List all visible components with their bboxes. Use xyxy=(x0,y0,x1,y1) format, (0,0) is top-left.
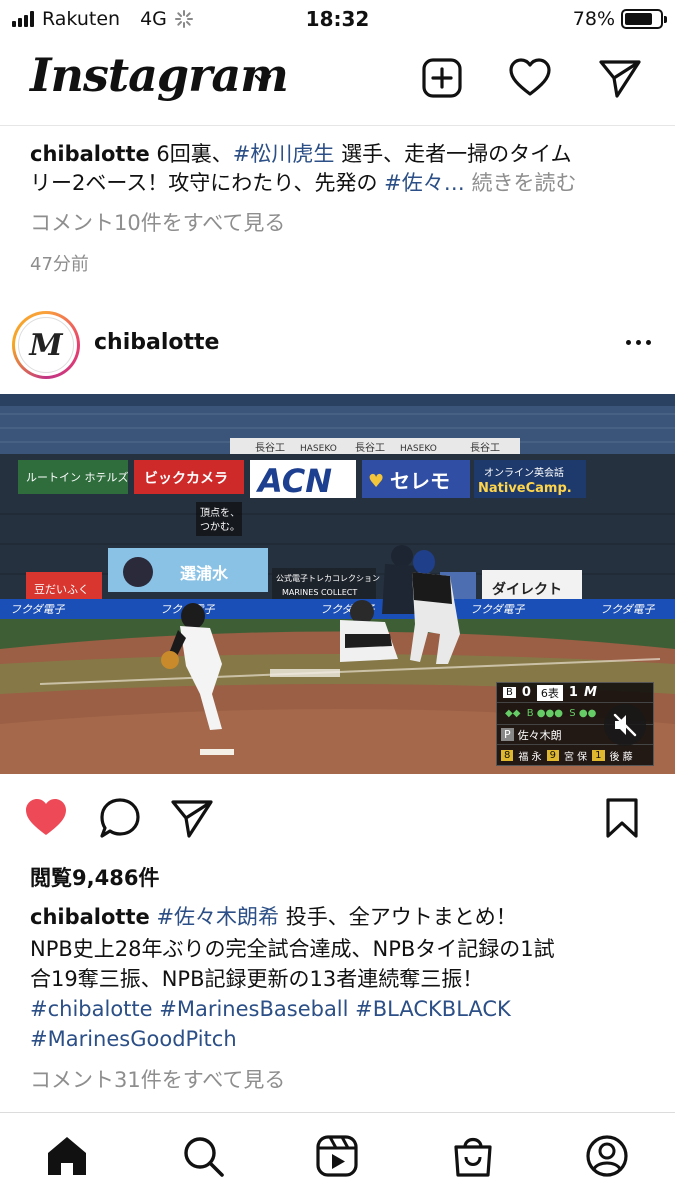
hashtag[interactable]: #BLACKBLACK xyxy=(355,997,511,1021)
caption-line: chibalotte #佐々木朗希 投手、全アウトまとめ！ xyxy=(30,903,645,932)
battery-icon xyxy=(621,9,667,29)
new-post-icon[interactable] xyxy=(420,56,464,100)
lineup-number: 8 xyxy=(501,749,514,761)
caption-text: 投手、全アウトまとめ！ xyxy=(279,905,517,929)
banner-text: ビックカメラ xyxy=(144,471,228,487)
lineup-name: 宮 保 xyxy=(563,751,588,763)
comment-icon[interactable] xyxy=(98,796,142,840)
view-comments-link[interactable]: コメント10件をすべて見る xyxy=(30,209,645,238)
banner-text: 長谷工 xyxy=(255,442,285,454)
lineup-number: 1 xyxy=(592,749,605,761)
pitcher-label: P xyxy=(501,728,514,741)
hashtag-line: #chibalotte #MarinesBaseball #BLACKBLACK xyxy=(30,995,645,1024)
post-timestamp: 47分前 xyxy=(30,254,89,275)
post-username[interactable]: chibalotte xyxy=(94,330,219,355)
heart-icon[interactable] xyxy=(508,56,552,100)
banner-text: NativeCamp. xyxy=(478,481,572,496)
svg-text:豆だいふく: 豆だいふく xyxy=(34,583,89,596)
banner-text: HASEKO xyxy=(300,444,337,454)
view-comments-link[interactable]: コメント31件をすべて見る xyxy=(30,1066,645,1095)
banner-text: 長谷工 xyxy=(355,442,385,454)
pitcher-name: 佐々木朗 xyxy=(517,728,562,742)
hashtag[interactable]: #chibalotte xyxy=(30,997,153,1021)
status-bar: Rakuten 4G 18:32 78% xyxy=(0,0,675,38)
profile-icon[interactable] xyxy=(584,1133,630,1179)
shop-icon[interactable] xyxy=(450,1133,496,1179)
banner-text: フクダ電子 xyxy=(10,603,66,616)
banner-text: 長谷工 xyxy=(470,442,500,454)
read-more-link[interactable]: 続きを読む xyxy=(465,171,576,195)
caption-username[interactable]: chibalotte xyxy=(30,142,150,166)
banner-text: フクダ電子 xyxy=(470,603,526,616)
banner-text: ACN xyxy=(255,462,332,500)
chevron-down-icon[interactable] xyxy=(252,68,274,90)
caption-text: リー2ベース！攻守にわたり、先発の xyxy=(30,171,385,195)
home-icon[interactable] xyxy=(44,1133,90,1179)
lineup-name: 後 藤 xyxy=(609,751,633,763)
banner-text: オンライン英会話 xyxy=(484,466,564,479)
hashtag-line: #MarinesGoodPitch xyxy=(30,1025,645,1054)
post-video[interactable]: 長谷工 HASEKO 長谷工 HASEKO 長谷工 ルートイン ホテルズ ビック… xyxy=(0,394,675,774)
lineup-number: 9 xyxy=(546,749,559,761)
hashtag[interactable]: #佐々木朗希 xyxy=(156,905,279,929)
direct-message-icon[interactable] xyxy=(598,56,642,100)
inning: 6表 xyxy=(536,684,563,701)
mute-icon[interactable] xyxy=(603,703,647,747)
caption-text: 合19奪三振、NPB記録更新の13者連続奪三振！ xyxy=(30,967,484,991)
reels-icon[interactable] xyxy=(314,1133,360,1179)
hashtag[interactable]: #佐々… xyxy=(384,171,465,195)
avatar-logo: M xyxy=(18,317,74,373)
svg-text:選浦水: 選浦水 xyxy=(180,564,229,583)
lineup-name: 福 永 xyxy=(518,751,542,763)
battery-percent: 78% xyxy=(572,8,615,30)
caption-username[interactable]: chibalotte xyxy=(30,905,150,929)
hashtag[interactable]: #松川虎生 xyxy=(233,142,335,166)
banner-text: MARINES COLLECT xyxy=(282,588,357,597)
view-count: 閲覧9,486件 xyxy=(30,866,160,890)
like-heart-icon[interactable] xyxy=(24,796,68,840)
caption-text: 6回裏、 xyxy=(149,142,233,166)
caption-line: リー2ベース！攻守にわたり、先発の #佐々… 続きを読む xyxy=(30,169,645,198)
banner-text: HASEKO xyxy=(400,444,437,454)
banner-text: ダイレクト xyxy=(492,581,562,598)
bottom-nav xyxy=(0,1112,675,1200)
banner-text: セレモ xyxy=(390,469,450,493)
banner-text: 頂点を、 xyxy=(200,507,240,519)
battery-status: 78% xyxy=(572,8,667,30)
caption-text: 選手、走者一掃のタイム xyxy=(334,142,572,166)
avatar[interactable]: M xyxy=(12,311,80,379)
share-icon[interactable] xyxy=(170,796,214,840)
previous-post-caption xyxy=(0,125,675,126)
svg-text:♥: ♥ xyxy=(368,471,384,492)
caption-line: chibalotte 6回裏、#松川虎生 選手、走者一掃のタイム xyxy=(30,140,645,169)
hashtag[interactable]: #MarinesBaseball xyxy=(159,997,348,1021)
bookmark-icon[interactable] xyxy=(600,796,644,840)
more-icon[interactable] xyxy=(626,340,651,345)
banner-text: つかむ。 xyxy=(200,521,240,533)
away-score: 0 xyxy=(521,685,531,700)
instagram-logo[interactable]: Instagram xyxy=(30,48,289,102)
app-header: Instagram xyxy=(0,38,675,124)
banner-text: フクダ電子 xyxy=(600,603,656,616)
hashtag[interactable]: #MarinesGoodPitch xyxy=(30,1027,237,1051)
banner-text: ルートイン ホテルズ xyxy=(26,470,129,484)
home-score: 1 xyxy=(568,685,578,700)
banner-text: 公式電子トレカコレクション xyxy=(276,573,380,583)
search-icon[interactable] xyxy=(180,1133,226,1179)
caption-text: NPB史上28年ぶりの完全試合達成、NPBタイ記録の1試 xyxy=(30,937,555,961)
